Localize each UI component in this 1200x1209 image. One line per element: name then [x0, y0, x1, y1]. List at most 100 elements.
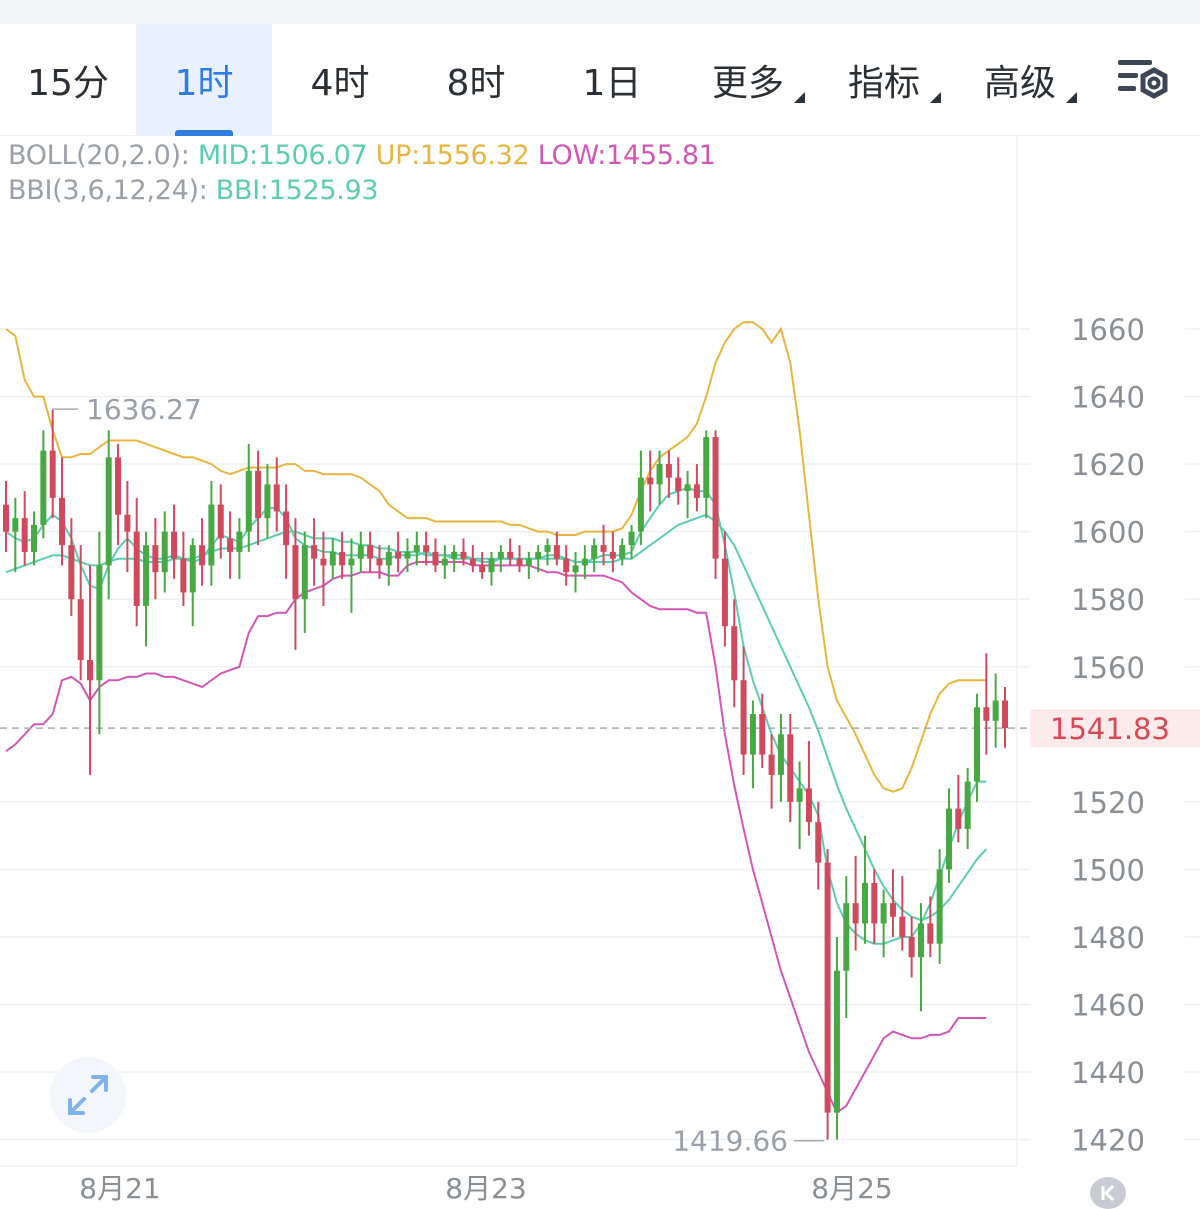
candle-body [105, 457, 112, 566]
candle-body [647, 477, 654, 485]
y-tick-label: 1600 [1071, 516, 1145, 550]
kline-chart[interactable]: 1660 1640 1620 1600 1580 1560 1520 1500 1480 1460… [0, 136, 1200, 1209]
candle-body [441, 558, 448, 566]
candle-body [133, 531, 140, 606]
candle-body [759, 714, 766, 755]
candle-body [320, 558, 327, 566]
candle-body [21, 518, 28, 552]
candle-body [68, 545, 75, 600]
candle-body [404, 551, 411, 559]
candle-body [553, 545, 560, 559]
tab-1day[interactable]: 1日 [544, 24, 680, 136]
candle-body [189, 545, 196, 593]
candle-body [143, 545, 150, 606]
candle-body [917, 923, 924, 958]
y-tick-label: 1500 [1071, 853, 1145, 887]
candle-body [497, 551, 504, 559]
candle-body [311, 545, 318, 559]
tab-label: 1时 [174, 63, 234, 104]
candle-body [12, 518, 19, 532]
candle-body [87, 659, 94, 681]
min-annotation-label: 1419.66 [672, 1125, 788, 1158]
axis-labels: 1660 1640 1620 1600 1580 1560 1520 1500 1480 1460… [52, 313, 1200, 1205]
candle-body [479, 565, 486, 573]
candle-body [273, 484, 280, 512]
tab-4hour[interactable]: 4时 [272, 24, 408, 136]
candle-body [936, 869, 943, 944]
candle-body [665, 464, 672, 478]
y-tick-label: 1580 [1071, 583, 1145, 617]
candle-body [563, 558, 570, 573]
tab-8hour[interactable]: 8时 [408, 24, 544, 136]
candle-body [124, 514, 131, 532]
candle-body [619, 545, 626, 559]
candle-body [628, 531, 635, 546]
tab-advanced[interactable]: 高级 [952, 24, 1088, 136]
dropdown-caret-icon [794, 92, 805, 103]
tab-label: 高级 [983, 63, 1056, 104]
x-tick-label: 8月23 [445, 1172, 526, 1205]
collapse-left-icon [1101, 1184, 1115, 1202]
candle-body [264, 484, 271, 519]
tab-indicators[interactable]: 指标 [816, 24, 952, 136]
candle-body [777, 734, 784, 775]
candle-body [815, 822, 822, 863]
candle-body [899, 916, 906, 937]
y-tick-label: 1460 [1071, 989, 1145, 1023]
tab-1hour[interactable]: 1时 [136, 24, 272, 136]
candle-body [693, 484, 700, 498]
candle-body [227, 538, 234, 552]
candle-body [245, 470, 252, 532]
candle-body [824, 862, 831, 1113]
candle-body [507, 551, 514, 559]
candle-body [908, 936, 915, 958]
candle-body [581, 558, 588, 566]
candle-body [843, 903, 850, 971]
candle-body [3, 504, 9, 532]
candle-body [208, 504, 215, 566]
candle-body [376, 558, 383, 566]
candle-body [115, 457, 122, 515]
current-price-label: 1541.83 [1050, 712, 1170, 746]
candle-body [255, 470, 262, 519]
candle-body [49, 450, 56, 498]
candle-body [488, 558, 495, 573]
candle-body [292, 545, 299, 600]
tab-label: 15分 [27, 63, 109, 104]
collapse-left-button[interactable] [1090, 1177, 1126, 1209]
candle-body [31, 524, 38, 552]
tab-15min[interactable]: 15分 [0, 24, 136, 136]
tab-label: 4时 [310, 63, 370, 104]
x-tick-label: 8月25 [811, 1172, 892, 1205]
candle-body [236, 531, 243, 552]
candle-body [964, 781, 971, 829]
candle-body [656, 464, 663, 485]
candle-body [721, 558, 728, 627]
candle-body [796, 788, 803, 802]
candle-body [385, 551, 392, 566]
y-tick-label: 1440 [1071, 1056, 1145, 1090]
candle-body [955, 808, 962, 829]
tab-more[interactable]: 更多 [680, 24, 816, 136]
chart-settings-button[interactable] [1112, 52, 1172, 108]
candle-body [992, 700, 999, 721]
candle-body [199, 545, 206, 566]
x-tick-label: 8月21 [79, 1172, 160, 1205]
candle-body [600, 545, 607, 552]
tab-label: 1日 [582, 63, 642, 104]
candle-body [740, 680, 747, 755]
candles [3, 410, 1008, 1140]
y-tick-label: 1640 [1071, 381, 1145, 415]
candle-body [171, 531, 178, 559]
candle-body [451, 551, 458, 559]
y-tick-label: 1660 [1071, 313, 1145, 347]
period-tab-bar: 15分 1时 4时 8时 1日 更多 指标 高级 [0, 24, 1200, 136]
chart-settings-icon [1118, 60, 1168, 99]
candle-body [749, 714, 756, 755]
dropdown-caret-icon [930, 92, 941, 103]
candle-body [40, 450, 47, 525]
candle-body [861, 882, 868, 924]
candle-body [152, 545, 159, 573]
expand-button[interactable] [50, 1057, 126, 1133]
indicator-lines [0, 321, 1030, 1115]
